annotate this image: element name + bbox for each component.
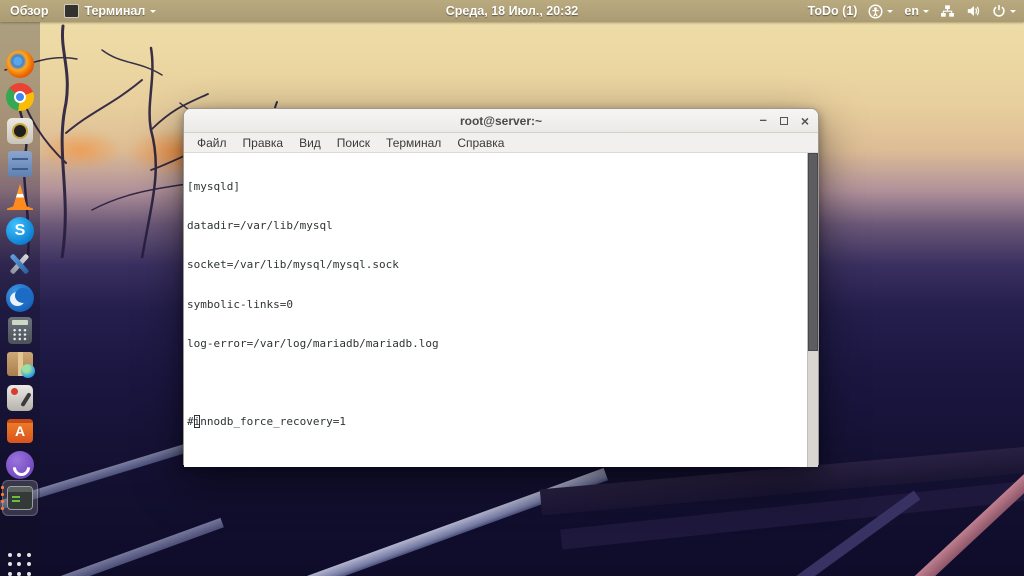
terminal-mini-icon <box>64 4 80 18</box>
volume-indicator[interactable] <box>966 4 981 18</box>
file-cabinet-icon <box>8 151 32 177</box>
accessibility-icon <box>868 4 883 18</box>
skype-icon: S <box>6 217 34 245</box>
running-pip <box>0 507 4 510</box>
top-panel: Обзор Терминал Среда, 18 Июл., 20:32 ToD… <box>0 0 1024 22</box>
vlc-cone-icon <box>7 184 33 210</box>
launcher-item-firefox[interactable] <box>6 50 34 78</box>
menu-search[interactable]: Поиск <box>329 136 378 150</box>
launcher-item-package-manager[interactable] <box>6 350 35 378</box>
window-titlebar[interactable]: root@server:~ – × <box>184 109 818 133</box>
todo-indicator[interactable]: ToDo (1) <box>808 4 858 18</box>
package-globe-icon <box>7 352 35 378</box>
calculator-icon <box>8 317 32 344</box>
menu-edit[interactable]: Правка <box>235 136 292 150</box>
chevron-down-icon <box>1010 10 1016 16</box>
cursor-line-pre: # <box>187 414 194 428</box>
minimize-button[interactable]: – <box>760 113 767 126</box>
volume-icon <box>967 6 980 16</box>
chrome-icon <box>6 83 34 111</box>
terminal-line: log-error=/var/log/mariadb/mariadb.log <box>187 336 439 350</box>
launcher-item-terminal[interactable] <box>6 484 34 512</box>
firefox-icon <box>6 50 34 78</box>
terminal-window: root@server:~ – × Файл Правка Вид Поиск … <box>183 108 819 467</box>
terminal-line: datadir=/var/lib/mysql <box>187 219 333 233</box>
app-menu-label: Терминал <box>84 4 146 18</box>
network-indicator[interactable] <box>940 4 955 18</box>
maximize-button[interactable] <box>779 116 788 125</box>
show-apps-button[interactable] <box>8 553 32 576</box>
launcher-item-vlc[interactable] <box>6 183 34 211</box>
keyboard-layout-menu[interactable]: en <box>904 4 929 18</box>
terminal-line: symbolic-links=0 <box>187 297 293 311</box>
thunderbird-icon <box>6 284 34 312</box>
chevron-down-icon <box>887 10 894 16</box>
clock-label: Среда, 18 Июл., 20:32 <box>445 4 579 18</box>
session-menu[interactable] <box>992 4 1016 18</box>
launcher-item-file-cabinet[interactable] <box>6 150 34 178</box>
menu-view[interactable]: Вид <box>291 136 329 150</box>
cursor-line-post: nnodb_force_recovery=1 <box>200 414 346 428</box>
media-player-icon <box>7 118 33 144</box>
chevron-down-icon <box>923 10 929 16</box>
running-pip <box>0 493 4 496</box>
close-button[interactable]: × <box>801 114 809 128</box>
launcher-item-chrome[interactable] <box>6 83 34 111</box>
running-pip <box>0 500 4 503</box>
terminal-line-cursor: #innodb_force_recovery=1 <box>187 414 804 428</box>
menu-help[interactable]: Справка <box>449 136 512 150</box>
launcher-item-skype[interactable]: S <box>6 217 34 245</box>
tools-icon <box>6 250 34 278</box>
launcher-item-switch-app[interactable] <box>6 384 34 412</box>
scrollbar[interactable] <box>807 153 818 467</box>
scrollbar-thumb[interactable] <box>808 153 818 351</box>
launcher-item-system-tools[interactable] <box>6 250 34 278</box>
terminal-icon <box>7 486 33 510</box>
launcher-item-viber[interactable] <box>6 451 34 479</box>
running-pip <box>0 486 4 489</box>
launcher-dock: S A <box>0 22 40 576</box>
launcher-item-thunderbird[interactable] <box>6 284 34 312</box>
window-title: root@server:~ <box>459 113 543 128</box>
launcher-item-media-player[interactable] <box>6 117 34 145</box>
network-icon <box>941 5 954 17</box>
desktop: Обзор Терминал Среда, 18 Июл., 20:32 ToD… <box>0 0 1024 576</box>
terminal-content[interactable]: [mysqld] datadir=/var/lib/mysql socket=/… <box>184 153 818 467</box>
skype-letter: S <box>14 222 26 239</box>
power-icon <box>993 5 1005 17</box>
lever-switch-icon <box>7 385 33 411</box>
store-letter: A <box>14 423 26 439</box>
launcher-item-calculator[interactable] <box>6 317 34 345</box>
keyboard-layout-label: en <box>904 4 919 18</box>
terminal-line: socket=/var/lib/mysql/mysql.sock <box>187 258 399 272</box>
app-menu[interactable]: Терминал <box>64 4 157 18</box>
viber-icon <box>6 451 34 479</box>
terminal-line: [mysqld] <box>187 180 240 194</box>
software-store-icon: A <box>7 419 33 443</box>
launcher-item-software-store[interactable]: A <box>6 417 34 445</box>
overview-button[interactable]: Обзор <box>10 4 48 18</box>
window-menubar: Файл Правка Вид Поиск Терминал Справка <box>184 133 818 153</box>
chevron-down-icon <box>150 10 157 16</box>
accessibility-menu[interactable] <box>868 4 894 19</box>
clock-indicator[interactable]: Среда, 18 Июл., 20:32 <box>446 0 579 22</box>
menu-file[interactable]: Файл <box>189 136 235 150</box>
menu-terminal[interactable]: Терминал <box>378 136 449 150</box>
